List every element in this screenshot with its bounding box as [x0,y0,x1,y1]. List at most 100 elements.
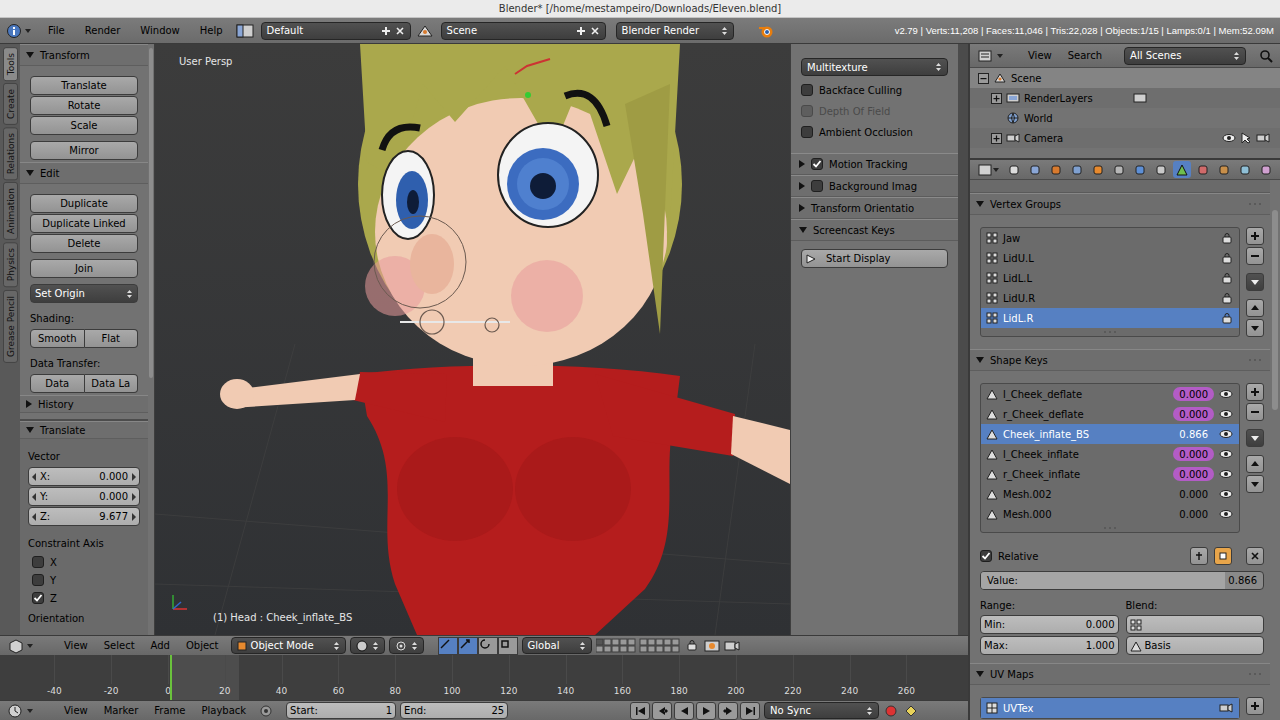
clear-weights-button[interactable] [1246,547,1264,565]
vertex-group-item[interactable]: LidL.R [981,308,1239,328]
shape-key-item[interactable]: l_Cheek_deflate0.000 [981,384,1239,404]
expander-icon[interactable] [978,73,989,84]
add-button[interactable] [1246,697,1264,715]
menu-item[interactable]: View [1020,50,1060,61]
outliner-item[interactable]: Camera [970,128,1280,148]
slider-max-field[interactable]: Max:1.000 [980,636,1119,655]
tool-tab[interactable]: Animation [3,182,18,240]
visibility-eye-icon[interactable] [1219,388,1233,400]
shape-key-item[interactable]: r_Cheek_inflate0.000 [981,464,1239,484]
shape-key-value-field[interactable]: 0.000 [1173,447,1214,461]
menu-item[interactable]: Help [192,25,231,36]
disclosure-triangle-icon[interactable] [26,427,34,433]
vertex-group-item[interactable]: Jaw [981,228,1239,248]
number-field[interactable]: Z:9.677 [28,507,140,526]
lock-icon[interactable] [1221,252,1233,264]
shape-key-item[interactable]: Mesh.0000.000 [981,504,1239,524]
context-tab[interactable] [1026,161,1044,178]
playback-button-icon[interactable] [740,702,760,720]
list-resize-grip[interactable] [981,328,1239,336]
value-slider[interactable]: Value:0.866 [980,571,1264,590]
add-button[interactable] [1246,383,1264,401]
constraint-row[interactable]: X [28,553,140,571]
move-up-button[interactable] [1246,455,1264,473]
visibility-eye-icon[interactable] [1222,132,1236,144]
tool-dropdown[interactable]: Set Origin [30,284,138,303]
start-frame-field[interactable]: Start:1 [286,702,396,719]
playback-button-icon[interactable] [630,702,650,720]
tool-tab[interactable]: Grease Pencil [3,290,18,363]
checkbox[interactable] [32,556,44,568]
renderability-camera-icon[interactable] [1256,132,1270,144]
tool-button[interactable]: Rotate [30,96,138,115]
render-engine-dropdown[interactable]: Blender Render [616,22,734,40]
manipulator-icon[interactable] [438,637,458,655]
properties-editor-icon[interactable] [976,162,1002,178]
panel-header[interactable]: Background Imag [791,175,958,197]
tool-button[interactable]: Delete [30,234,138,253]
view3d-editor-icon[interactable] [6,638,36,654]
shape-key-value-field[interactable]: 0.000 [1173,489,1214,500]
shape-key-value-field[interactable]: 0.000 [1173,509,1214,520]
tool-shelf-scrollbar[interactable] [148,44,154,635]
panel-header[interactable]: UV Maps [970,663,1270,685]
menu-item[interactable]: Playback [193,705,254,716]
lock-icon[interactable] [1221,232,1233,244]
disclosure-triangle-icon[interactable] [799,160,805,168]
sync-dropdown[interactable]: No Sync [764,702,879,719]
menu-item[interactable]: Select [96,640,143,651]
scene-icon[interactable] [415,23,437,39]
tool-tab[interactable]: Create [3,83,18,125]
specials-menu-button[interactable] [1246,429,1264,447]
context-tab[interactable] [1194,161,1212,178]
menu-item[interactable]: View [56,640,96,651]
info-editor-icon[interactable] [6,23,36,39]
outliner-item[interactable]: World [970,108,1280,128]
expander-icon[interactable] [991,93,1002,104]
manipulator-icon[interactable] [498,637,518,655]
tool-button[interactable]: Smooth [30,329,85,348]
checkbox[interactable] [980,550,992,562]
blend-vertex-group-field[interactable] [1126,615,1265,634]
panel-header[interactable]: Edit [20,162,148,184]
timeline-editor-icon[interactable] [6,703,36,719]
search-icon[interactable] [1258,48,1274,64]
checkbox[interactable] [32,574,44,586]
tool-tab[interactable]: Tools [3,47,18,81]
menu-item[interactable]: View [56,705,96,716]
orientation-dropdown[interactable]: Global [522,637,592,654]
viewport-shading-dropdown[interactable] [350,637,385,654]
menu-item[interactable]: Search [1060,50,1110,61]
vertex-group-item[interactable]: LidU.L [981,248,1239,268]
panel-header[interactable]: Motion Tracking [791,153,958,175]
expander-icon[interactable] [991,113,1002,124]
disclosure-triangle-icon[interactable] [799,204,805,212]
menu-item[interactable]: Object [178,640,227,651]
context-tab[interactable] [1152,161,1170,178]
panel-header[interactable]: History [20,395,148,413]
tool-button[interactable]: Duplicate Linked [30,214,138,233]
outliner-item[interactable]: Scene [970,68,1280,88]
record-icon[interactable] [883,704,899,718]
selectability-cursor-icon[interactable] [1240,132,1252,144]
checkbox[interactable] [801,126,813,138]
panel-header[interactable]: Vertex Groups [970,193,1270,215]
outliner-item[interactable]: RenderLayers [970,88,1280,108]
menu-item[interactable]: File [40,25,73,36]
scrollbar-thumb[interactable] [1272,210,1278,410]
tool-button[interactable]: Data La [85,374,139,393]
layers-icon[interactable] [596,638,682,653]
playback-button-icon[interactable] [696,702,716,720]
visibility-eye-icon[interactable] [1219,488,1233,500]
move-up-button[interactable] [1246,299,1264,317]
start-display-button[interactable]: Start Display [801,249,948,268]
add-button[interactable] [1246,227,1264,245]
tool-button[interactable]: Mirror [30,141,138,160]
mode-dropdown[interactable]: Object Mode [231,637,346,654]
screen-layout-icon[interactable] [235,23,257,39]
tool-tab[interactable]: Physics [3,242,18,287]
number-field[interactable]: Y:0.000 [28,487,140,506]
checkbox[interactable] [811,180,823,192]
tool-button[interactable]: Data [30,374,85,393]
panel-header[interactable]: Translate [20,421,148,439]
